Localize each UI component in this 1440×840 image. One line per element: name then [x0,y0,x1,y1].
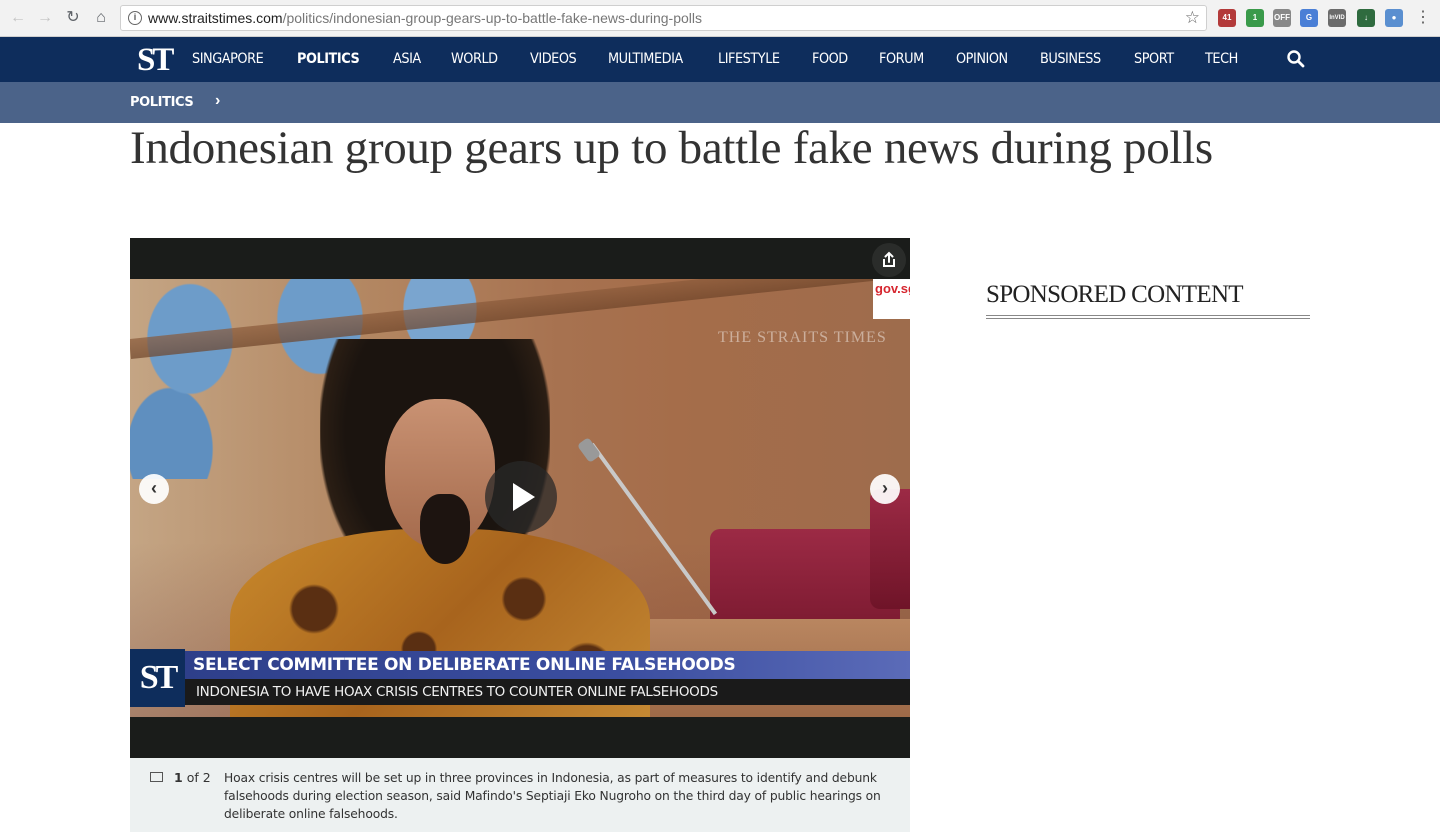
sponsored-section: SPONSORED CONTENT [986,281,1310,319]
home-icon[interactable]: ⌂ [91,8,111,28]
play-button[interactable] [485,461,557,533]
site-info-icon[interactable]: i [128,11,142,25]
reload-icon[interactable]: ↻ [63,8,83,28]
url-path: /politics/indonesian-group-gears-up-to-b… [282,10,703,26]
share-icon [883,251,895,267]
nav-item-tech[interactable]: TECH [1205,51,1238,67]
chevron-right-icon[interactable]: › [215,92,220,110]
section-subnav: POLITICS › [0,82,1440,123]
url-host: www.straitstimes.com [148,10,283,26]
prev-slide-button[interactable]: ‹ [139,474,169,504]
site-header: ST SINGAPORE POLITICS ASIA WORLD VIDEOS MULTI… [0,37,1440,82]
browser-toolbar: ← → ↻ ⌂ i www.straitstimes.com/politics/… [0,0,1440,37]
nav-item-forum[interactable]: FORUM [879,51,924,67]
download-extension-icon[interactable]: ↓ [1357,9,1375,27]
address-bar[interactable]: i www.straitstimes.com/politics/indonesi… [120,5,1207,31]
invid-extension-icon[interactable]: InVID [1328,9,1346,27]
nav-item-lifestyle[interactable]: LIFESTYLE [718,51,780,67]
nav-item-sport[interactable]: SPORT [1134,51,1174,67]
green-extension-icon[interactable]: 1 [1246,9,1264,27]
slide-current: 1 [174,770,183,785]
gallery-icon [150,772,163,782]
speaker-beard [420,494,470,564]
slide-total: of 2 [186,770,211,785]
gov-sg-badge: gov.sg [873,279,910,319]
lower-third-logo: ST [130,649,185,707]
nav-item-asia[interactable]: ASIA [393,51,421,67]
nav-item-videos[interactable]: VIDEOS [530,51,577,67]
url-text[interactable]: www.straitstimes.com/politics/indonesian… [148,10,702,26]
lower-third-subtitle: INDONESIA TO HAVE HOAX CRISIS CENTRES TO… [185,679,910,705]
article-headline: Indonesian group gears up to battle fake… [130,122,1213,174]
breadcrumb-politics[interactable]: POLITICS [130,95,194,110]
main-nav: SINGAPORE POLITICS ASIA WORLD VIDEOS MULTIMED… [192,51,1269,67]
nav-item-multimedia[interactable]: MULTIMEDIA [608,51,683,67]
nav-item-politics[interactable]: POLITICS [297,51,360,67]
microphone-head [576,436,602,464]
forward-icon[interactable]: → [35,8,55,28]
off-extension-icon[interactable]: OFF [1273,9,1291,27]
share-button[interactable] [872,243,906,277]
next-slide-button[interactable]: › [870,474,900,504]
back-icon[interactable]: ← [8,8,28,28]
nav-item-opinion[interactable]: OPINION [956,51,1008,67]
translate-extension-icon[interactable]: G [1300,9,1318,27]
site-logo[interactable]: ST [137,42,174,79]
browser-menu-icon[interactable]: ⋮ [1415,7,1431,27]
sponsored-divider [986,315,1310,319]
red-chair-right [870,489,910,609]
video-caption: 1 of 2 Hoax crisis centres will be set u… [130,758,910,832]
calendar-extension-icon[interactable]: 41 [1218,9,1236,27]
nav-item-world[interactable]: WORLD [451,51,498,67]
search-icon[interactable] [1286,49,1306,69]
caption-text: Hoax crisis centres will be set up in th… [224,771,881,821]
video-player[interactable]: THE STRAITS TIMES ST SELECT COMMITTEE ON… [130,238,910,758]
lower-third: ST SELECT COMMITTEE ON DELIBERATE ONLINE… [130,649,910,707]
nav-item-business[interactable]: BUSINESS [1040,51,1101,67]
slide-counter: 1 of 2 [174,770,211,785]
nav-item-singapore[interactable]: SINGAPORE [192,51,264,67]
sponsored-title: SPONSORED CONTENT [986,281,1244,308]
lower-third-title: SELECT COMMITTEE ON DELIBERATE ONLINE FA… [185,651,910,679]
nav-item-food[interactable]: FOOD [812,51,848,67]
video-watermark: THE STRAITS TIMES [718,329,887,346]
eye-extension-icon[interactable]: ● [1385,9,1403,27]
bookmark-star-icon[interactable]: ☆ [1185,8,1200,28]
